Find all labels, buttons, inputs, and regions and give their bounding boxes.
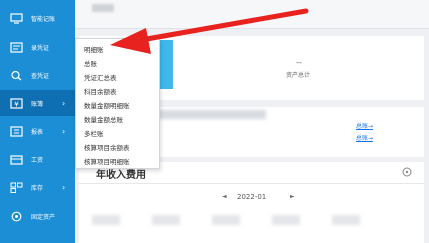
sidebar-item-salary[interactable]: 工资 [0,146,75,172]
menu-item-detail-ledger[interactable]: 明细账 [84,44,104,54]
next-period-button[interactable]: ► [290,193,295,200]
menu-item-general-ledger[interactable]: 总账 [84,58,97,68]
divider [75,28,429,29]
sidebar-item-query-voucher[interactable]: 查凭证 [0,62,75,88]
menu-item-multi-column-ledger[interactable]: 多栏账 [84,128,104,138]
chevron-right-icon: › [62,98,66,108]
sidebar-item-ledger[interactable]: ¥ 账簿 › [0,90,75,116]
total-assets-value: -- [296,58,302,67]
menu-item-account-balance[interactable]: 科目余额表 [84,86,117,96]
menu-item-quantity-amount-general[interactable]: 数量金额总账 [84,114,123,124]
sidebar-item-record-voucher[interactable]: 录凭证 [0,34,75,60]
fixed-assets-icon [10,211,23,222]
sidebar-item-label: 智能记账 [31,15,56,23]
sidebar-item-label: 固定资产 [31,213,56,221]
sidebar-item-reports[interactable]: 报表 › [0,118,75,144]
ledger-submenu: 明细账 总账 凭证汇总表 科目余额表 数量金额明细账 数量金额总账 多栏账 核算… [75,38,160,169]
sidebar-item-label: 查凭证 [31,72,50,80]
salary-icon [10,154,23,165]
voucher-icon [10,41,23,53]
previous-period-button[interactable]: ◄ [222,193,227,200]
total-assets-label: 资产总计 [285,72,310,79]
general-ledger-link[interactable]: 总账→ [356,133,373,142]
menu-item-quantity-amount-detail[interactable]: 数量金额明细账 [84,100,130,110]
inventory-icon [10,182,23,193]
settings-icon[interactable] [402,167,412,177]
sidebar-item-label: 账簿 [31,100,44,108]
desktop-icon [10,12,23,24]
menu-item-accounting-item-balance[interactable]: 核算项目余额表 [84,142,130,152]
sidebar-item-label: 报表 [31,128,44,136]
divider [79,183,424,184]
sidebar: 智能记账 录凭证 查凭证 ¥ 账簿 › 报表 › 工资 库存 › 固定资产 [0,0,75,243]
svg-text:¥: ¥ [14,100,19,108]
search-voucher-icon [10,70,23,81]
ledger-icon: ¥ [10,97,23,109]
sidebar-item-fixed-assets[interactable]: 固定资产 [0,203,75,229]
menu-item-voucher-summary[interactable]: 凭证汇总表 [84,72,117,82]
top-bar [75,0,429,28]
period-selector[interactable]: 2022-01 [237,193,266,201]
report-icon [10,125,23,137]
menu-item-accounting-item-detail[interactable]: 核算项目明细账 [84,156,130,166]
general-ledger-link[interactable]: 总账→ [356,121,373,130]
sidebar-item-label: 库存 [31,184,44,192]
sidebar-item-label: 录凭证 [31,44,50,52]
chevron-right-icon: › [62,126,66,136]
blurred-chart-area [92,215,412,237]
sidebar-item-smart-bookkeeping[interactable]: 智能记账 [0,5,75,31]
sidebar-item-label: 工资 [31,156,44,164]
chevron-right-icon: › [62,182,66,192]
blurred-page-title [92,4,114,12]
sidebar-item-inventory[interactable]: 库存 › [0,174,75,200]
